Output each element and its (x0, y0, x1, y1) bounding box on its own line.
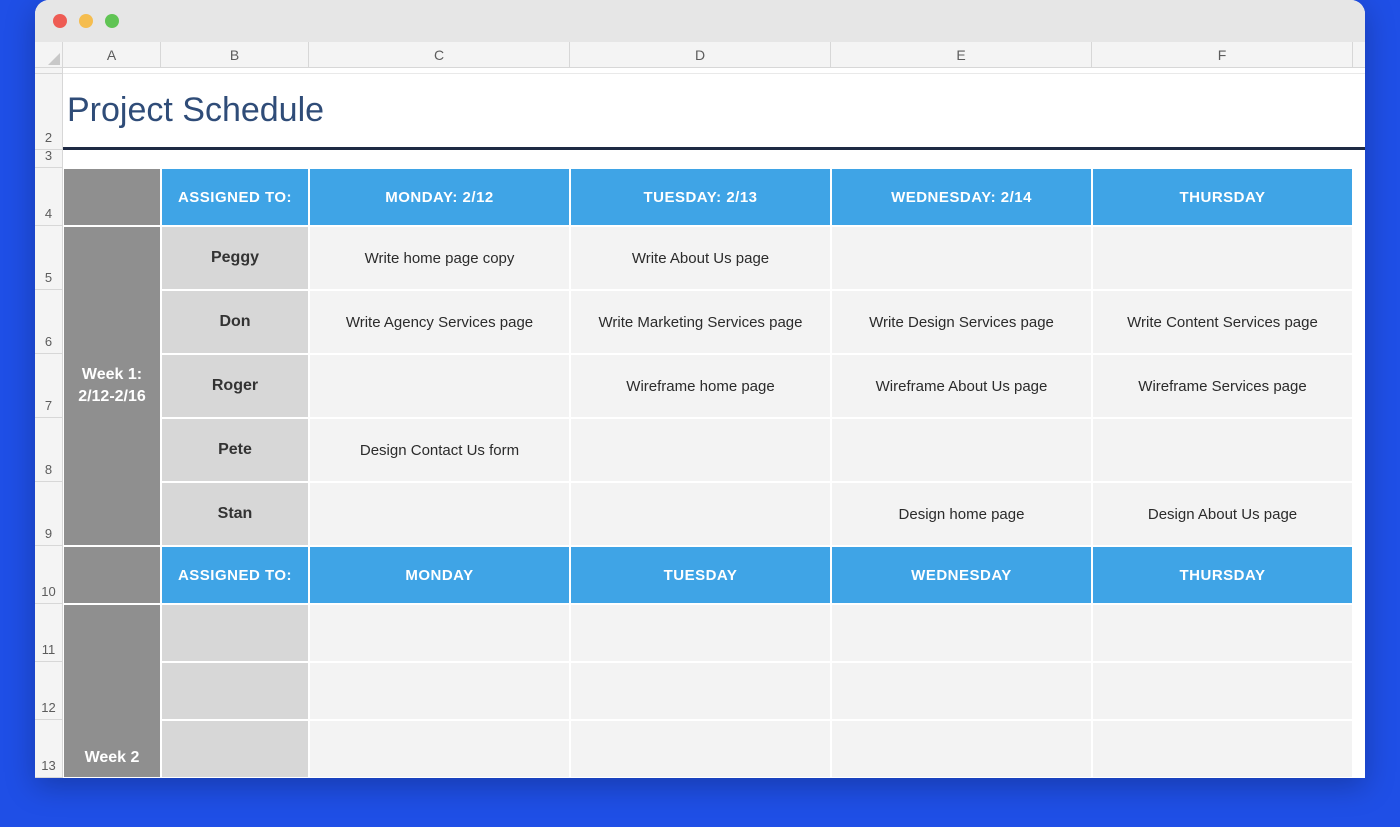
task-cell[interactable] (570, 662, 831, 720)
task-cell[interactable]: Write home page copy (309, 226, 570, 290)
assignee-cell[interactable] (161, 662, 309, 720)
task-cell[interactable] (1092, 720, 1353, 778)
task-cell[interactable] (1092, 226, 1353, 290)
column-header[interactable]: E (831, 42, 1092, 67)
task-cell[interactable] (831, 720, 1092, 778)
task-cell[interactable]: Wireframe home page (570, 354, 831, 418)
task-cell[interactable] (831, 418, 1092, 482)
row-header[interactable]: 6 (35, 290, 63, 354)
row-header[interactable]: 12 (35, 662, 63, 720)
row-header[interactable]: 4 (35, 168, 63, 226)
row-header[interactable]: 3 (35, 150, 63, 168)
spreadsheet-grid[interactable]: A B C D E F 2 3 4 5 6 7 8 9 10 11 12 13 (35, 42, 1365, 778)
col-assigned-to[interactable]: ASSIGNED TO: (161, 168, 309, 226)
column-header-row: A B C D E F (35, 42, 1365, 68)
column-header[interactable]: B (161, 42, 309, 67)
week-header-blank[interactable] (63, 546, 161, 604)
assignee-cell[interactable]: Don (161, 290, 309, 354)
row-header[interactable]: 11 (35, 604, 63, 662)
col-monday[interactable]: MONDAY: 2/12 (309, 168, 570, 226)
task-cell[interactable]: Design home page (831, 482, 1092, 546)
row-header-column: 2 3 4 5 6 7 8 9 10 11 12 13 (35, 68, 63, 778)
task-cell[interactable]: Design Contact Us form (309, 418, 570, 482)
column-header[interactable]: A (63, 42, 161, 67)
row-header[interactable]: 5 (35, 226, 63, 290)
task-cell[interactable] (309, 354, 570, 418)
task-cell[interactable]: Write Design Services page (831, 290, 1092, 354)
sheet-content[interactable]: Project Schedule ASSIGNED TO: MONDAY: 2/… (63, 68, 1365, 778)
task-cell[interactable] (309, 720, 570, 778)
col-wednesday[interactable]: WEDNESDAY (831, 546, 1092, 604)
task-cell[interactable] (309, 662, 570, 720)
week-header-blank[interactable] (63, 168, 161, 226)
task-cell[interactable] (570, 604, 831, 662)
column-header[interactable]: D (570, 42, 831, 67)
row-header[interactable]: 2 (35, 74, 63, 150)
row-header[interactable]: 7 (35, 354, 63, 418)
zoom-icon[interactable] (105, 14, 119, 28)
task-cell[interactable] (1092, 604, 1353, 662)
select-all-corner[interactable] (35, 42, 63, 67)
col-tuesday[interactable]: TUESDAY: 2/13 (570, 168, 831, 226)
assignee-cell[interactable]: Stan (161, 482, 309, 546)
column-header[interactable]: C (309, 42, 570, 67)
task-cell[interactable]: Write Content Services page (1092, 290, 1353, 354)
column-header[interactable]: F (1092, 42, 1353, 67)
col-monday[interactable]: MONDAY (309, 546, 570, 604)
task-cell[interactable] (309, 604, 570, 662)
window-titlebar (35, 0, 1365, 42)
assignee-cell[interactable] (161, 720, 309, 778)
task-cell[interactable]: Write About Us page (570, 226, 831, 290)
col-wednesday[interactable]: WEDNESDAY: 2/14 (831, 168, 1092, 226)
task-cell[interactable] (570, 418, 831, 482)
row-header[interactable]: 13 (35, 720, 63, 778)
task-cell[interactable]: Design About Us page (1092, 482, 1353, 546)
task-cell[interactable] (831, 226, 1092, 290)
assignee-cell[interactable]: Roger (161, 354, 309, 418)
task-cell[interactable] (309, 482, 570, 546)
task-cell[interactable]: Write Agency Services page (309, 290, 570, 354)
task-cell[interactable]: Wireframe About Us page (831, 354, 1092, 418)
row-header[interactable]: 10 (35, 546, 63, 604)
week-label[interactable]: Week 2 (63, 604, 161, 778)
minimize-icon[interactable] (79, 14, 93, 28)
task-cell[interactable] (1092, 662, 1353, 720)
week-label[interactable]: Week 1: 2/12-2/16 (63, 226, 161, 546)
task-cell[interactable]: Wireframe Services page (1092, 354, 1353, 418)
assignee-cell[interactable] (161, 604, 309, 662)
col-thursday[interactable]: THURSDAY (1092, 168, 1353, 226)
app-window: A B C D E F 2 3 4 5 6 7 8 9 10 11 12 13 (35, 0, 1365, 778)
assignee-cell[interactable]: Pete (161, 418, 309, 482)
page-title[interactable]: Project Schedule (63, 74, 1365, 150)
task-cell[interactable] (570, 720, 831, 778)
row-header[interactable]: 8 (35, 418, 63, 482)
assignee-cell[interactable]: Peggy (161, 226, 309, 290)
task-cell[interactable] (831, 604, 1092, 662)
row-header[interactable]: 9 (35, 482, 63, 546)
col-tuesday[interactable]: TUESDAY (570, 546, 831, 604)
task-cell[interactable] (570, 482, 831, 546)
task-cell[interactable] (831, 662, 1092, 720)
task-cell[interactable]: Write Marketing Services page (570, 290, 831, 354)
close-icon[interactable] (53, 14, 67, 28)
col-assigned-to[interactable]: ASSIGNED TO: (161, 546, 309, 604)
task-cell[interactable] (1092, 418, 1353, 482)
col-thursday[interactable]: THURSDAY (1092, 546, 1353, 604)
